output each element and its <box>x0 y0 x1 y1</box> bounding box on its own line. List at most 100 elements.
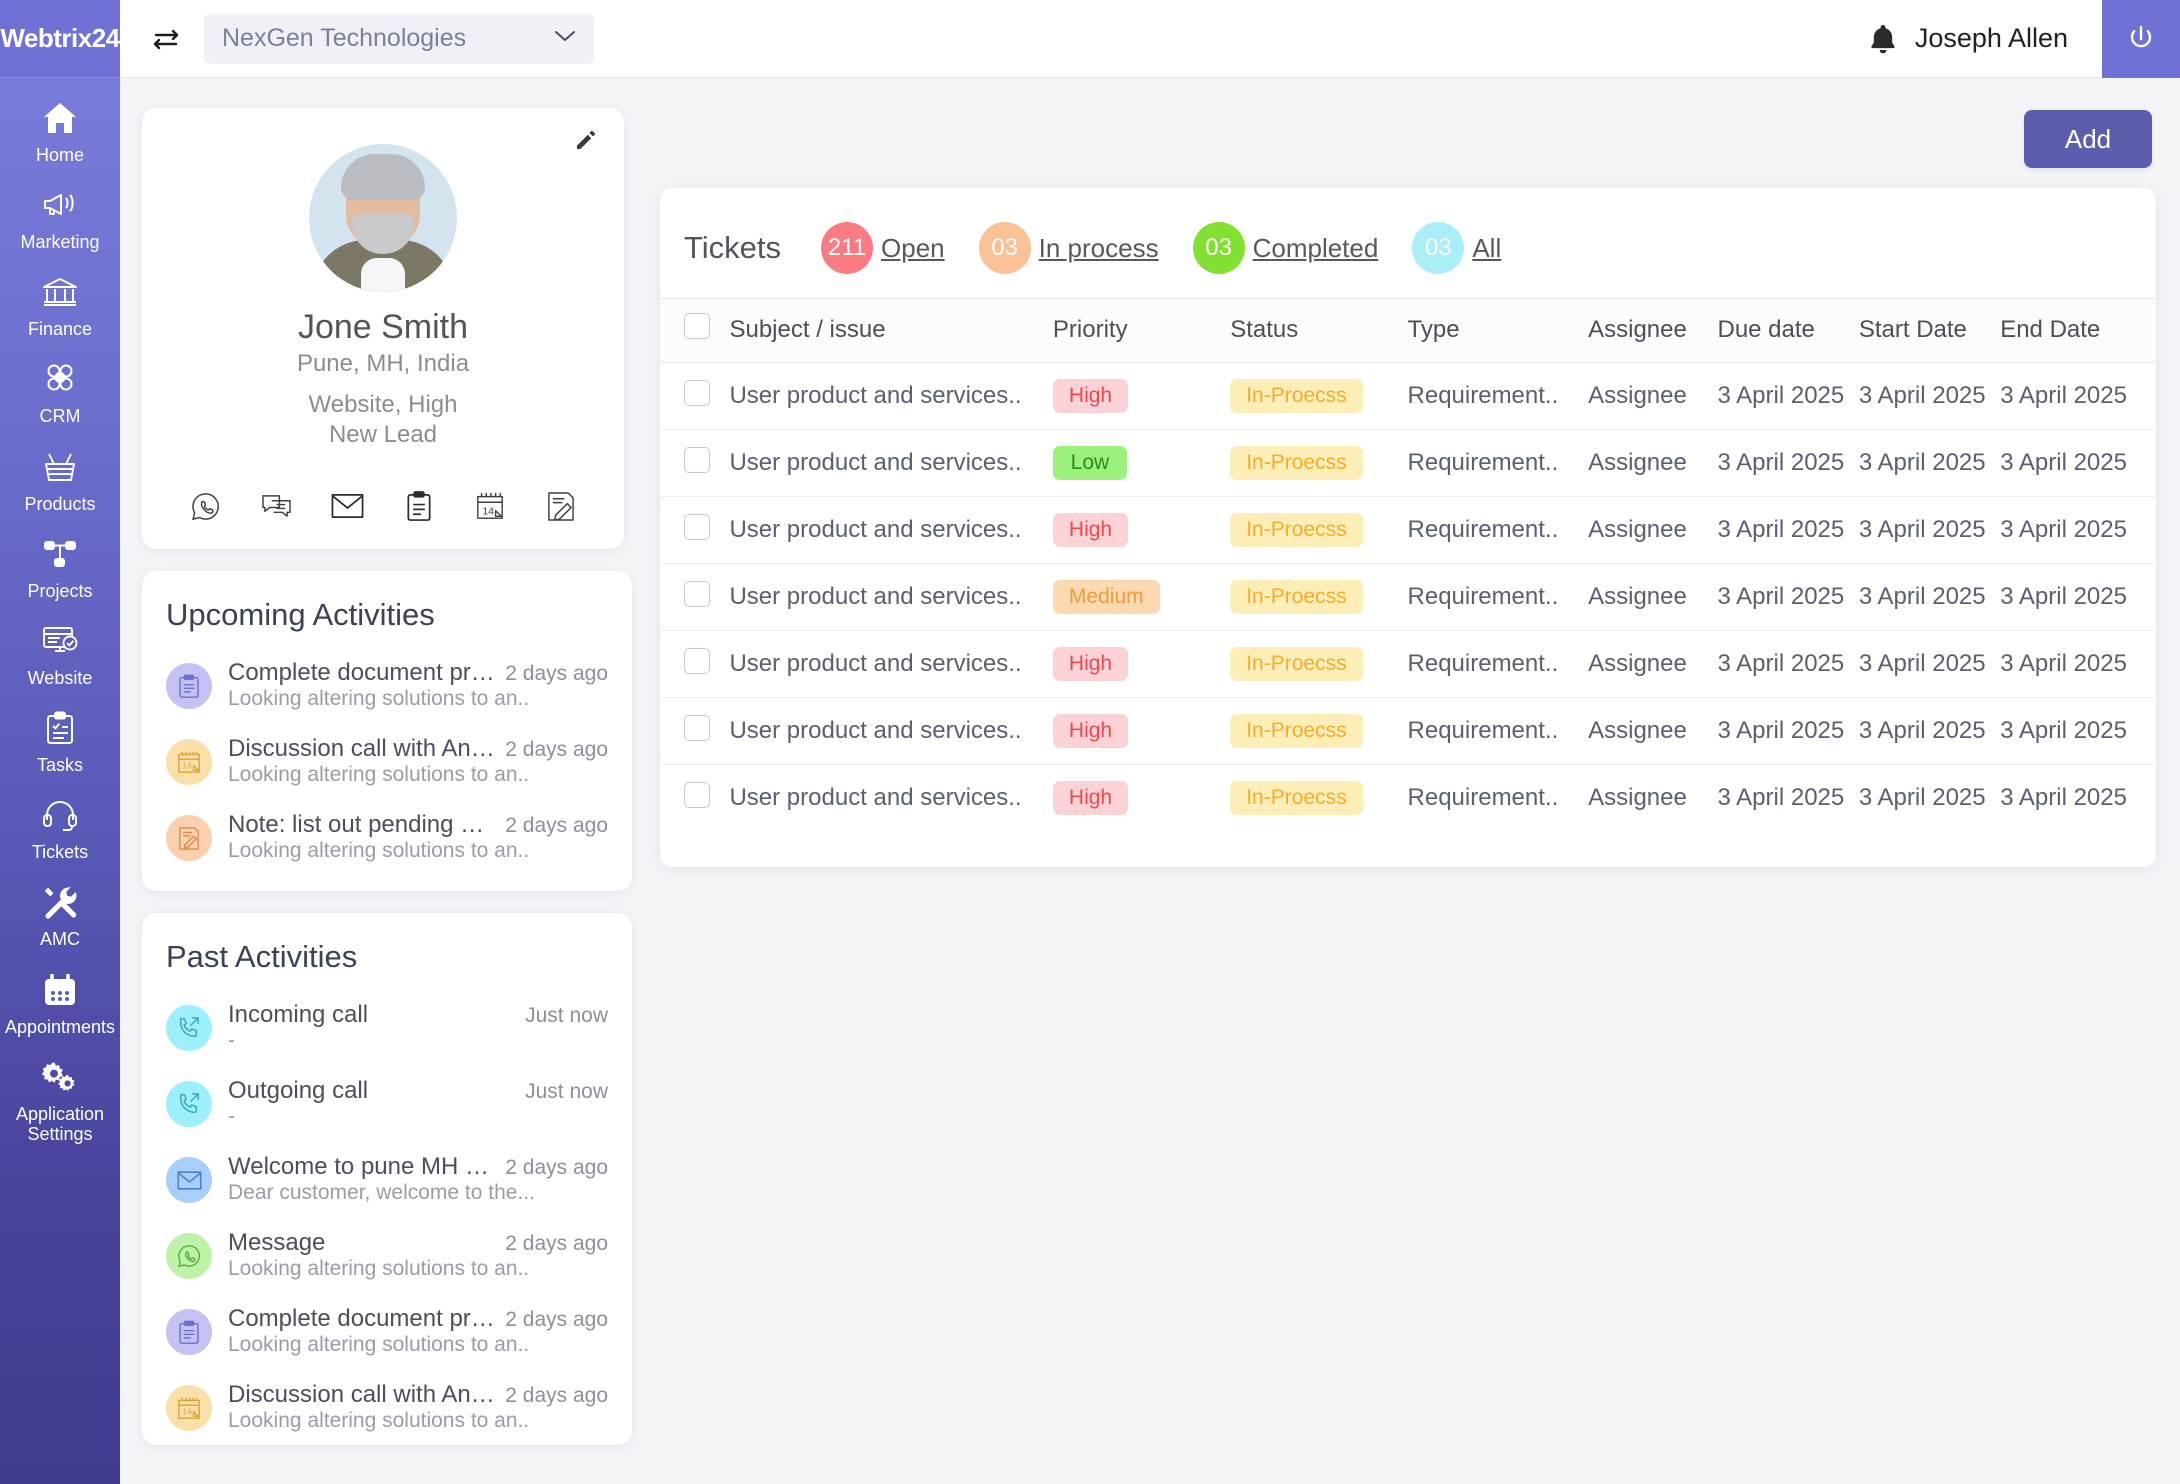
list-item[interactable]: Message 2 days ago Looking altering soluti… <box>166 1217 608 1293</box>
power-icon[interactable] <box>2102 0 2180 78</box>
activity-name: Discussion call with Andy .. <box>228 735 498 762</box>
ticket-filter-open[interactable]: 211 Open <box>821 222 945 274</box>
activity-body: Outgoing call Just now - <box>228 1077 608 1129</box>
activity-name: Message <box>228 1229 326 1256</box>
select-all-checkbox[interactable] <box>684 313 710 339</box>
user-name[interactable]: Joseph Allen <box>1915 23 2068 54</box>
company-select[interactable]: NexGen Technologies <box>204 13 594 64</box>
column-header-subject[interactable]: Subject / issue <box>729 298 1053 363</box>
activity-headline: Outgoing call Just now <box>228 1077 608 1105</box>
row-select-cell <box>660 362 730 430</box>
clipboard-icon[interactable] <box>402 489 436 523</box>
sidebar-item-marketing[interactable]: Marketing <box>0 165 120 252</box>
ticket-filter-in-process[interactable]: 03 In process <box>978 222 1159 274</box>
brand-logo[interactable]: Webtrix24 <box>0 0 120 78</box>
column-header-end-date[interactable]: End Date <box>2000 298 2156 363</box>
activity-headline: Note: list out pending order.. 2 days ago <box>228 811 608 839</box>
sidebar-item-tasks[interactable]: Tasks <box>0 688 120 775</box>
sidebar-item-label: Tickets <box>31 842 89 863</box>
list-item[interactable]: Complete document proces.. 2 days agoLook… <box>166 1293 608 1369</box>
chevron-down-icon <box>554 29 576 48</box>
row-checkbox[interactable] <box>684 446 710 473</box>
status-badge: In-Proecss <box>1230 446 1363 480</box>
main-content: Add Jone Smith Pune, MH, India Website, … <box>120 78 2180 1484</box>
row-checkbox[interactable] <box>684 714 710 741</box>
bell-icon[interactable] <box>1861 17 1905 61</box>
tickets-title: Tickets <box>684 230 782 265</box>
activity-body: Complete document proces.. 2 days agoLook… <box>228 659 608 711</box>
row-checkbox[interactable] <box>684 580 710 607</box>
row-checkbox[interactable] <box>684 513 710 540</box>
incoming-call-icon <box>166 1005 212 1051</box>
list-item[interactable]: 14 Discussion call with Andy .. 2 days ago… <box>166 1369 608 1445</box>
row-checkbox[interactable] <box>684 647 710 674</box>
pencil-icon[interactable] <box>574 128 598 157</box>
ticket-filter-completed[interactable]: 03 Completed <box>1192 222 1378 274</box>
cell-status: In-Proecss <box>1230 429 1408 497</box>
note-edit-icon[interactable] <box>544 489 578 523</box>
column-header-type[interactable]: Type <box>1407 298 1589 363</box>
sidebar-item-website[interactable]: Website <box>0 601 120 688</box>
table-row[interactable]: User product and services.. High In-Proecs… <box>660 765 2156 832</box>
ticket-filter-all[interactable]: 03 All <box>1412 222 1501 274</box>
sidebar-item-finance[interactable]: Finance <box>0 252 120 339</box>
tickets-panel: Tickets 211 Open 03 In process 03 Completed 03… <box>660 188 2156 867</box>
table-row[interactable]: User product and services.. High In-Proecs… <box>660 697 2156 765</box>
activity-headline: Incoming call Just now <box>228 1001 608 1029</box>
activity-body: Message 2 days ago Looking altering soluti… <box>228 1229 608 1281</box>
sidebar-item-crm[interactable]: CRM <box>0 339 120 426</box>
filter-label: All <box>1472 232 1502 263</box>
cell-subject: User product and services.. <box>729 496 1053 564</box>
cell-due-date: 3 April 2025 <box>1717 496 1859 564</box>
list-item[interactable]: Complete document proces.. 2 days agoLook… <box>166 647 608 723</box>
sidebar-item-tickets[interactable]: Tickets <box>0 775 120 862</box>
column-header-due-date[interactable]: Due date <box>1717 298 1859 363</box>
column-header-assignee[interactable]: Assignee <box>1588 298 1718 363</box>
priority-badge: Low <box>1052 446 1127 480</box>
table-row[interactable]: User product and services.. High In-Proecs… <box>660 362 2156 430</box>
activity-name: Complete document proces.. <box>228 1305 497 1332</box>
whatsapp-icon[interactable] <box>188 489 222 523</box>
cell-assignee: Assignee <box>1588 697 1718 765</box>
list-item[interactable]: 14 Discussion call with Andy .. 2 days ago… <box>166 723 608 799</box>
swap-arrows-icon[interactable] <box>140 13 192 65</box>
row-checkbox[interactable] <box>684 379 710 406</box>
sidebar-item-amc[interactable]: AMC <box>0 862 120 949</box>
list-item[interactable]: Welcome to pune MH cam... 2 days agoDear … <box>166 1141 608 1217</box>
sidebar-item-products[interactable]: Products <box>0 427 120 514</box>
email-icon[interactable] <box>330 489 364 523</box>
activity-time: 2 days ago <box>505 738 608 761</box>
column-header-status[interactable]: Status <box>1230 298 1408 363</box>
chat-icon[interactable] <box>259 489 293 523</box>
sidebar-item-label: Website <box>27 667 93 688</box>
table-row[interactable]: User product and services.. High In-Proecs… <box>660 496 2156 564</box>
sidebar-item-label: Finance <box>27 319 93 340</box>
list-item[interactable]: Note: list out pending order.. 2 days ago… <box>166 799 608 875</box>
calendar-icon[interactable]: 14 <box>473 489 507 523</box>
sidebar-item-appointments[interactable]: Appointments <box>0 950 120 1037</box>
filter-count-badge: 03 <box>1412 222 1465 274</box>
upcoming-activities-card: Upcoming Activities Complete document pr… <box>142 571 632 891</box>
column-header-start-date[interactable]: Start Date <box>1858 298 2001 363</box>
whatsapp-icon <box>166 1233 212 1279</box>
cell-due-date: 3 April 2025 <box>1717 697 1859 765</box>
sidebar-item-home[interactable]: Home <box>0 78 120 165</box>
activity-name: Complete document proces.. <box>228 659 497 686</box>
filter-count-badge: 03 <box>978 222 1031 274</box>
table-row[interactable]: User product and services.. Low In-Proecss… <box>660 429 2156 497</box>
activity-name: Note: list out pending order.. <box>228 811 497 838</box>
gears-icon <box>38 1057 82 1097</box>
status-badge: In-Proecss <box>1230 781 1363 815</box>
activity-name: Incoming call <box>228 1001 369 1028</box>
row-checkbox[interactable] <box>684 781 710 808</box>
table-row[interactable]: User product and services.. High In-Proecs… <box>660 630 2156 698</box>
table-row[interactable]: User product and services.. Medium In-Proe… <box>660 563 2156 631</box>
profile-name: Jone Smith <box>297 308 469 346</box>
row-select-cell <box>660 630 730 698</box>
sidebar-item-projects[interactable]: Projects <box>0 514 120 601</box>
list-item[interactable]: Outgoing call Just now - <box>166 1065 608 1141</box>
add-button[interactable]: Add <box>2024 110 2152 168</box>
column-header-priority[interactable]: Priority <box>1052 298 1231 363</box>
list-item[interactable]: Incoming call Just now - <box>166 989 608 1065</box>
sidebar-item-application-settings[interactable]: Application Settings <box>0 1037 120 1144</box>
